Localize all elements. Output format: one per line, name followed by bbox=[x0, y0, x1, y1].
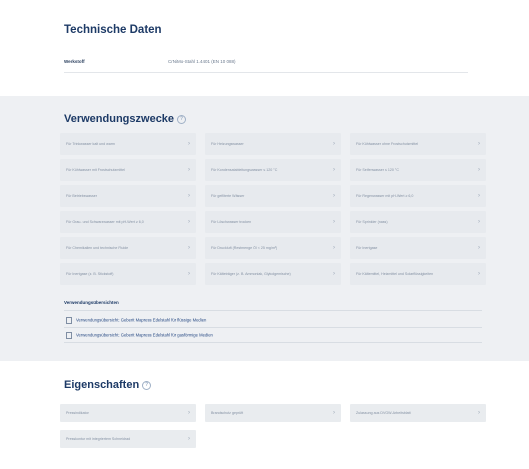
chevron-right-icon: › bbox=[188, 436, 190, 442]
chevron-right-icon: › bbox=[333, 167, 335, 173]
use-tile[interactable]: Für Seifenwasser ≤ 120 °C › bbox=[350, 159, 486, 181]
link-item[interactable]: Verwendungsübersicht: Geberit Mapress Ed… bbox=[66, 332, 213, 339]
prop-tile-label: Presskontur mit integriertem Schneidrad bbox=[66, 437, 131, 441]
tech-title: Technische Daten bbox=[64, 24, 162, 36]
divider bbox=[64, 342, 482, 343]
use-tile[interactable]: Für Druckluft (Restmenge Öl < 25 mg/m³) › bbox=[205, 237, 341, 259]
use-tile[interactable]: Für Heizungswasser › bbox=[205, 133, 341, 155]
use-tile-label: Für Seifenwasser ≤ 120 °C bbox=[356, 168, 399, 172]
use-tile[interactable]: Für Kühlwasser mit Frostschutzmittel › bbox=[60, 159, 196, 181]
use-tile-label: Für Kühlwasser ohne Frostschutzmittel bbox=[356, 142, 419, 146]
use-tile-label: Für gefilterte Wässer bbox=[211, 194, 245, 198]
chevron-right-icon: › bbox=[478, 167, 480, 173]
props-title-text: Eigenschaften bbox=[64, 379, 140, 391]
use-tile[interactable]: Für Chemikalien und technische Fluide › bbox=[60, 237, 196, 259]
use-tile[interactable]: Für Kondensatableitungswasser ≤ 120 °C › bbox=[205, 159, 341, 181]
divider bbox=[64, 327, 482, 328]
use-tile-label: Für Inertgase bbox=[356, 246, 378, 250]
use-tile[interactable]: Für Kühlwasser ohne Frostschutzmittel › bbox=[350, 133, 486, 155]
chevron-right-icon: › bbox=[333, 410, 335, 416]
chevron-right-icon: › bbox=[333, 271, 335, 277]
use-tile-label: Für Kältemittel, Heizmittel und Solarflü… bbox=[356, 272, 434, 276]
use-tile[interactable]: Für Regenwasser mit pH-Wert ≥ 6,0 › bbox=[350, 185, 486, 207]
chevron-right-icon: › bbox=[333, 245, 335, 251]
chevron-right-icon: › bbox=[188, 219, 190, 225]
use-tile-label: Für Regenwasser mit pH-Wert ≥ 6,0 bbox=[356, 194, 414, 198]
prop-tile-label: Zulassung aus DVGW-Arbeitsblatt bbox=[356, 411, 411, 415]
use-tile-label: Für Chemikalien und technische Fluide bbox=[66, 246, 129, 250]
spec-row-werkstoff: Werkstoff CrNiMo-Stahl 1.4401 (EN 10 088… bbox=[64, 55, 468, 69]
spec-value: CrNiMo-Stahl 1.4401 (EN 10 088) bbox=[168, 59, 236, 64]
use-tile-label: Für Kondensatableitungswasser ≤ 120 °C bbox=[211, 168, 278, 172]
link-item[interactable]: Verwendungsübersicht: Geberit Mapress Ed… bbox=[66, 317, 206, 324]
use-tile-label: Für Heizungswasser bbox=[211, 142, 244, 146]
links-title: Verwendungsübersichten bbox=[64, 300, 119, 305]
use-tile[interactable]: Für Trinkwasser kalt und warm › bbox=[60, 133, 196, 155]
chevron-right-icon: › bbox=[333, 219, 335, 225]
use-tile-label: Für Betriebswasser bbox=[66, 194, 97, 198]
chevron-right-icon: › bbox=[188, 410, 190, 416]
page: Technische Daten Werkstoff CrNiMo-Stahl … bbox=[0, 0, 529, 469]
use-tile-label: Für Inertgase (z. B. Stickstoff) bbox=[66, 272, 114, 276]
use-tile-label: Für Trinkwasser kalt und warm bbox=[66, 142, 115, 146]
tech-section-bg bbox=[0, 0, 529, 96]
use-tile-label: Für Grau- und Schwarzwasser mit pH-Wert … bbox=[66, 220, 144, 224]
prop-tile[interactable]: Zulassung aus DVGW-Arbeitsblatt › bbox=[350, 404, 486, 422]
use-tile[interactable]: Für Betriebswasser › bbox=[60, 185, 196, 207]
use-title: Verwendungszwecke? bbox=[64, 113, 187, 125]
use-tile[interactable]: Für gefilterte Wässer › bbox=[205, 185, 341, 207]
use-tile-label: Für Sprinkler (nass) bbox=[356, 220, 388, 224]
prop-tile-label: Pressindikator bbox=[66, 411, 89, 415]
chevron-right-icon: › bbox=[478, 193, 480, 199]
document-icon bbox=[66, 317, 72, 324]
props-title: Eigenschaften? bbox=[64, 379, 152, 391]
chevron-right-icon: › bbox=[478, 219, 480, 225]
use-tile[interactable]: Für Kälteträger (z. B. Ammoniak, Glykolg… bbox=[205, 263, 341, 285]
chevron-right-icon: › bbox=[188, 193, 190, 199]
use-tile[interactable]: Für Sprinkler (nass) › bbox=[350, 211, 486, 233]
document-icon bbox=[66, 332, 72, 339]
chevron-right-icon: › bbox=[333, 193, 335, 199]
chevron-right-icon: › bbox=[188, 271, 190, 277]
chevron-right-icon: › bbox=[188, 245, 190, 251]
use-tile-label: Für Kälteträger (z. B. Ammoniak, Glykolg… bbox=[211, 272, 291, 276]
chevron-right-icon: › bbox=[478, 271, 480, 277]
use-tile[interactable]: Für Inertgase › bbox=[350, 237, 486, 259]
chevron-right-icon: › bbox=[188, 141, 190, 147]
use-title-text: Verwendungszwecke bbox=[64, 113, 175, 125]
use-tile-label: Für Druckluft (Restmenge Öl < 25 mg/m³) bbox=[211, 246, 278, 250]
prop-tile-label: Brandschutz geprüft bbox=[211, 411, 244, 415]
chevron-right-icon: › bbox=[478, 245, 480, 251]
link-label: Verwendungsübersicht: Geberit Mapress Ed… bbox=[76, 332, 213, 338]
divider bbox=[64, 310, 482, 311]
chevron-right-icon: › bbox=[478, 410, 480, 416]
divider bbox=[64, 72, 468, 73]
info-icon[interactable]: ? bbox=[142, 380, 152, 390]
link-label: Verwendungsübersicht: Geberit Mapress Ed… bbox=[76, 317, 207, 323]
chevron-right-icon: › bbox=[333, 141, 335, 147]
use-tile[interactable]: Für Inertgase (z. B. Stickstoff) › bbox=[60, 263, 196, 285]
spec-label: Werkstoff bbox=[64, 59, 85, 64]
chevron-right-icon: › bbox=[478, 141, 480, 147]
use-tile[interactable]: Für Löschwasser trocken › bbox=[205, 211, 341, 233]
prop-tile[interactable]: Brandschutz geprüft › bbox=[205, 404, 341, 422]
use-tile[interactable]: Für Kältemittel, Heizmittel und Solarflü… bbox=[350, 263, 486, 285]
prop-tile[interactable]: Pressindikator › bbox=[60, 404, 196, 422]
use-tile-label: Für Kühlwasser mit Frostschutzmittel bbox=[66, 168, 125, 172]
info-icon[interactable]: ? bbox=[177, 114, 187, 124]
prop-tile[interactable]: Presskontur mit integriertem Schneidrad › bbox=[60, 430, 196, 448]
use-tile[interactable]: Für Grau- und Schwarzwasser mit pH-Wert … bbox=[60, 211, 196, 233]
use-tile-label: Für Löschwasser trocken bbox=[211, 220, 252, 224]
chevron-right-icon: › bbox=[188, 167, 190, 173]
